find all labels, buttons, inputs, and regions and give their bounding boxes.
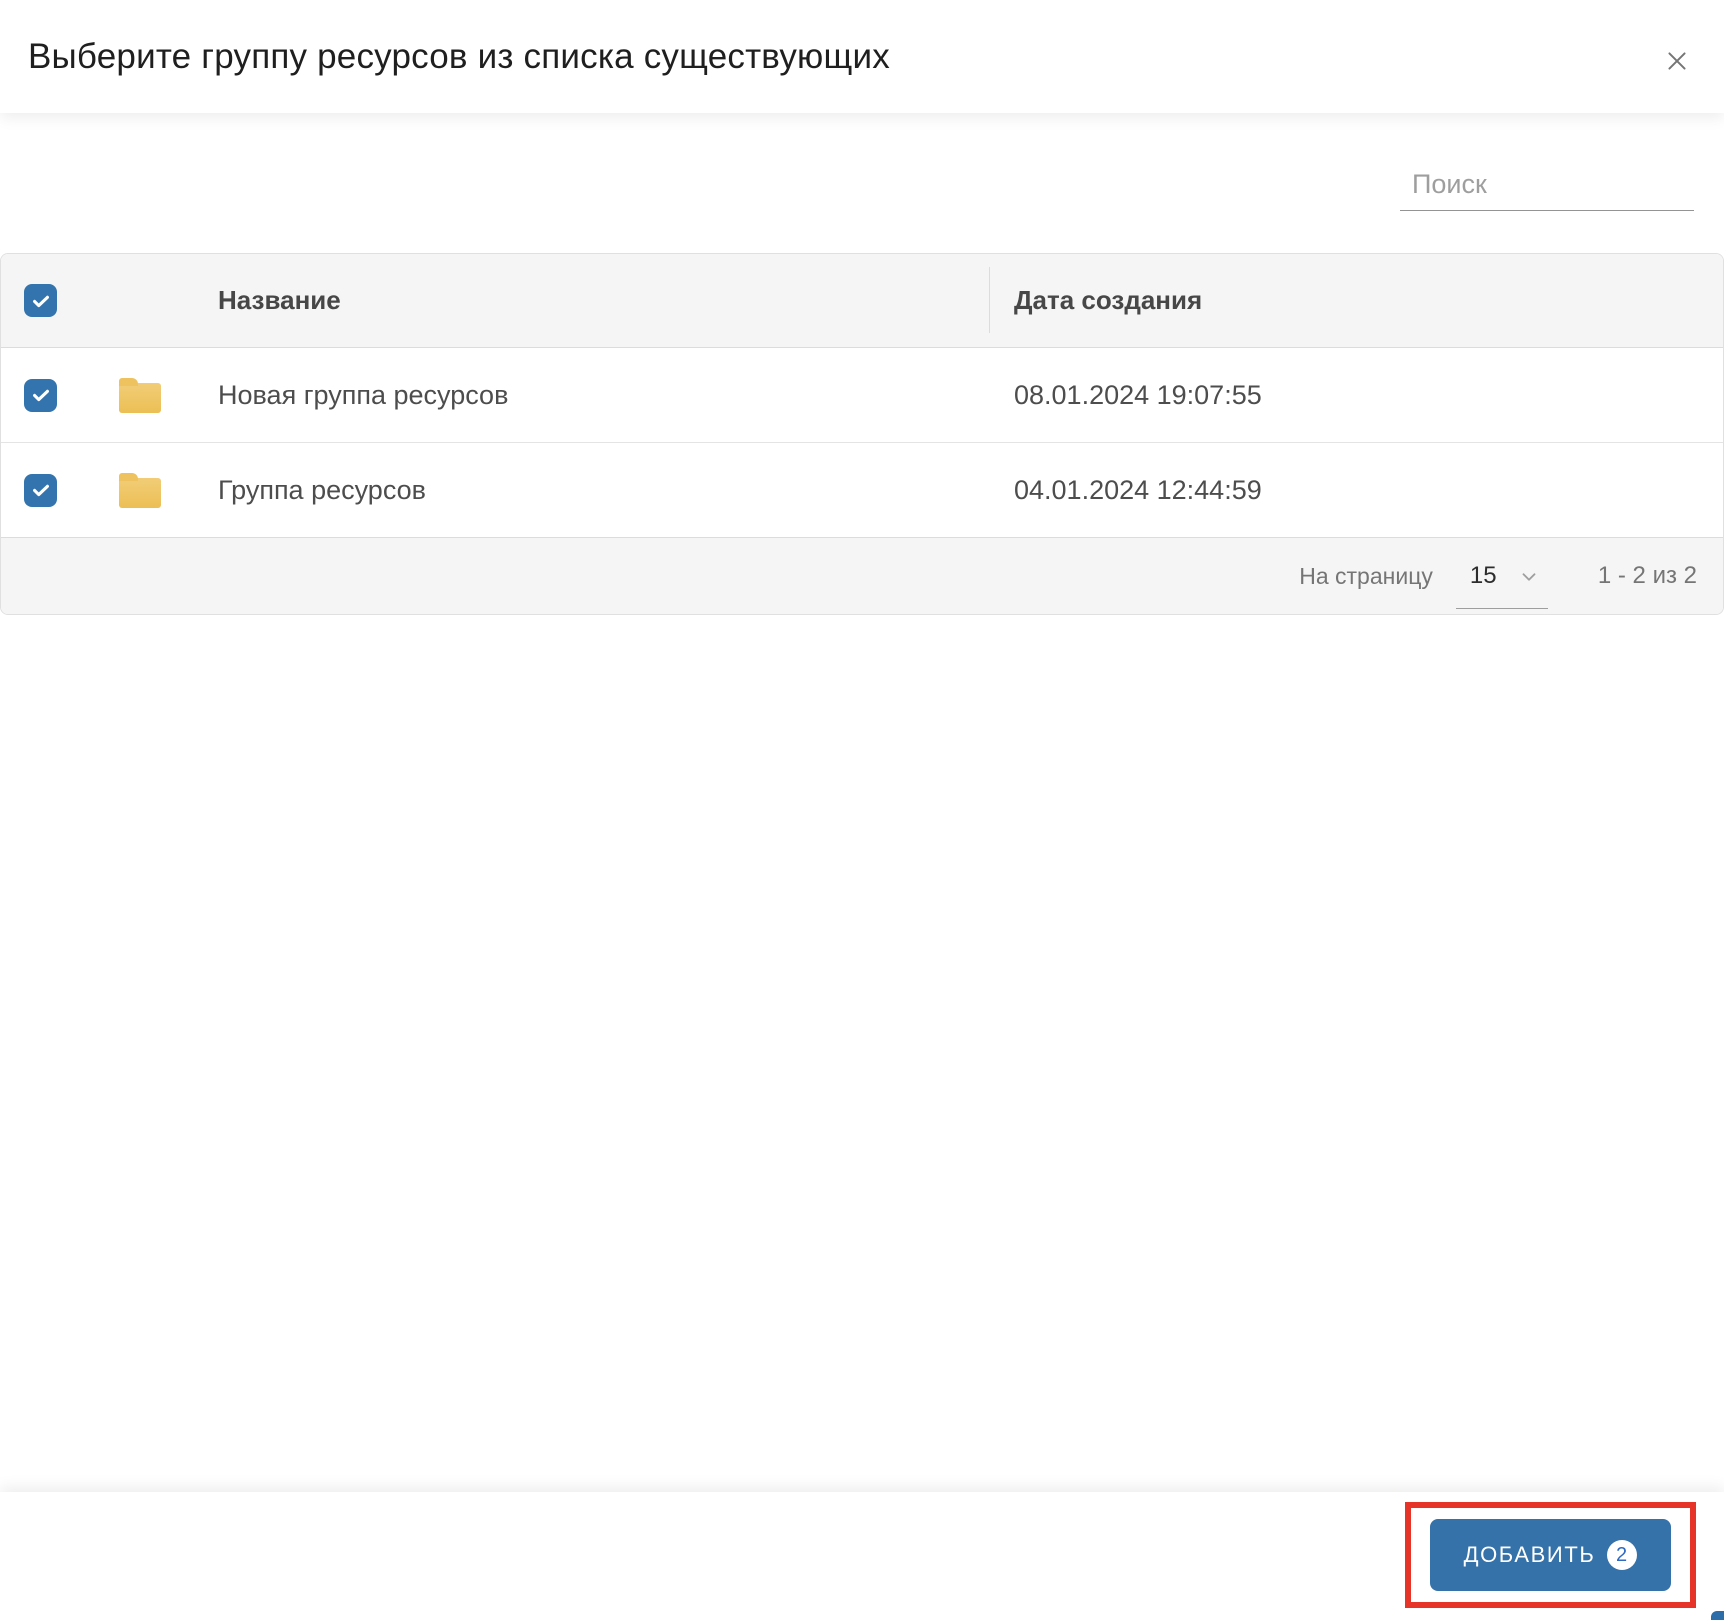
pagination-bar: На страницу 15 1 - 2 из 2 bbox=[1, 537, 1723, 614]
resource-group-name: Новая группа ресурсов bbox=[218, 379, 509, 410]
per-page-value: 15 bbox=[1469, 561, 1497, 589]
row-icon-cell bbox=[96, 472, 198, 508]
column-header-name: Название bbox=[218, 285, 341, 315]
row-date-cell: 08.01.2024 19:07:55 bbox=[989, 348, 1723, 442]
dialog-actions-bar: ДОБАВИТЬ 2 bbox=[0, 1492, 1724, 1620]
table-row[interactable]: Новая группа ресурсов 08.01.2024 19:07:5… bbox=[1, 348, 1723, 442]
per-page-label: На страницу bbox=[1299, 562, 1433, 589]
row-date-cell: 04.01.2024 12:44:59 bbox=[989, 443, 1723, 537]
row-name-cell: Новая группа ресурсов bbox=[198, 380, 989, 411]
table-header-row: Название Дата создания bbox=[1, 254, 1723, 348]
per-page-select[interactable]: 15 bbox=[1455, 557, 1548, 609]
chevron-down-icon bbox=[1522, 572, 1536, 581]
dialog-header: Выберите группу ресурсов из списка сущес… bbox=[0, 0, 1724, 113]
row-checkbox-cell bbox=[1, 378, 96, 412]
search-row bbox=[0, 113, 1724, 211]
row-checkbox[interactable] bbox=[24, 378, 57, 412]
cropped-corner-element bbox=[1711, 1611, 1724, 1620]
pagination-range: 1 - 2 из 2 bbox=[1597, 562, 1697, 589]
add-button-label: ДОБАВИТЬ bbox=[1463, 1542, 1596, 1567]
select-all-checkbox[interactable] bbox=[24, 284, 57, 317]
row-checkbox-cell bbox=[1, 473, 96, 507]
resource-group-name: Группа ресурсов bbox=[218, 474, 426, 505]
dialog-title: Выберите группу ресурсов из списка сущес… bbox=[28, 36, 890, 76]
annotation-highlight-rectangle: ДОБАВИТЬ 2 bbox=[1405, 1502, 1696, 1608]
search-input[interactable] bbox=[1400, 165, 1694, 211]
creation-date: 08.01.2024 19:07:55 bbox=[1014, 379, 1262, 410]
row-checkbox[interactable] bbox=[24, 473, 57, 507]
column-divider bbox=[989, 267, 990, 333]
table-row[interactable]: Группа ресурсов 04.01.2024 12:44:59 bbox=[1, 442, 1723, 537]
header-checkbox-cell bbox=[1, 284, 96, 317]
row-name-cell: Группа ресурсов bbox=[198, 475, 989, 506]
close-icon[interactable] bbox=[1660, 44, 1694, 78]
creation-date: 04.01.2024 12:44:59 bbox=[1014, 474, 1262, 505]
select-resource-group-dialog: Выберите группу ресурсов из списка сущес… bbox=[0, 0, 1724, 1620]
row-icon-cell bbox=[96, 377, 198, 413]
resource-group-table: Название Дата создания Новая группа ресу… bbox=[0, 253, 1724, 615]
dialog-body: Название Дата создания Новая bbox=[0, 113, 1724, 615]
selected-count-badge: 2 bbox=[1607, 1540, 1638, 1570]
column-header-date: Дата создания bbox=[989, 254, 1723, 347]
add-button[interactable]: ДОБАВИТЬ 2 bbox=[1430, 1519, 1671, 1591]
folder-icon bbox=[119, 377, 161, 413]
folder-icon bbox=[119, 472, 161, 508]
